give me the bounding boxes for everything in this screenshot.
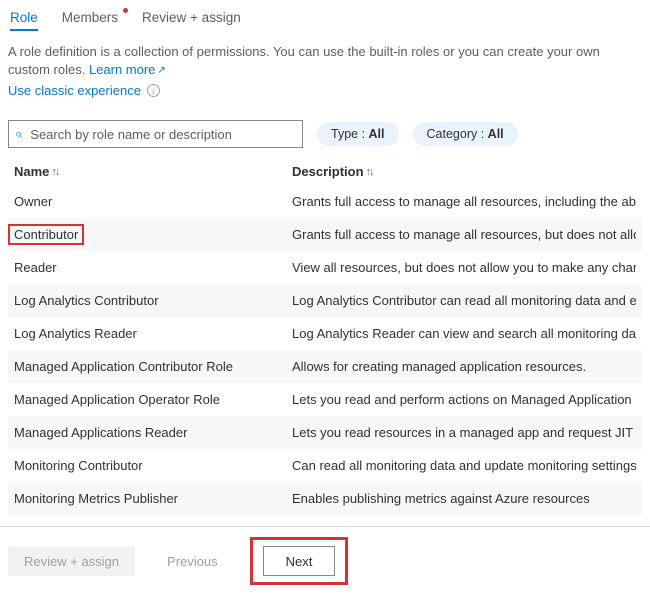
tabs: Role Members Review + assign — [8, 10, 642, 31]
role-name-cell: Managed Application Contributor Role — [14, 359, 292, 374]
table-row[interactable]: OwnerGrants full access to manage all re… — [8, 185, 642, 218]
column-header-description[interactable]: Description ↑↓ — [292, 164, 636, 179]
search-input-wrapper[interactable]: ⌕ — [8, 120, 303, 148]
role-name-cell: Managed Applications Reader — [14, 425, 292, 440]
role-name-cell: Contributor — [14, 224, 292, 245]
search-icon: ⌕ — [15, 126, 22, 142]
table-row[interactable]: Monitoring Metrics PublisherEnables publ… — [8, 482, 642, 515]
sort-indicator-icon: ↑↓ — [51, 166, 58, 178]
role-description-cell: Lets you read resources in a managed app… — [292, 425, 636, 440]
table-row[interactable]: Managed Applications ReaderLets you read… — [8, 416, 642, 449]
indicator-dot-icon — [123, 8, 128, 13]
column-header-name[interactable]: Name ↑↓ — [14, 164, 292, 179]
external-link-icon: ↗ — [157, 65, 165, 76]
table-row[interactable]: ReaderView all resources, but does not a… — [8, 251, 642, 284]
tab-members[interactable]: Members — [62, 10, 118, 31]
role-description-cell: Can read all monitoring data and update … — [292, 458, 636, 473]
type-filter-label: Type : — [331, 127, 365, 141]
learn-more-label: Learn more — [89, 62, 155, 77]
category-filter-pill[interactable]: Category : All — [413, 122, 518, 146]
role-description-cell: Allows for creating managed application … — [292, 359, 636, 374]
next-button-highlight: Next — [250, 537, 349, 585]
role-description-cell: View all resources, but does not allow y… — [292, 260, 636, 275]
role-description-cell: Grants full access to manage all resourc… — [292, 227, 636, 242]
role-description-cell: Log Analytics Reader can view and search… — [292, 326, 636, 341]
column-description-label: Description — [292, 164, 364, 179]
role-name-cell: Monitoring Metrics Publisher — [14, 491, 292, 506]
review-assign-button[interactable]: Review + assign — [8, 546, 135, 576]
sort-indicator-icon: ↑↓ — [366, 166, 373, 178]
roles-table: Name ↑↓ Description ↑↓ OwnerGrants full … — [8, 164, 642, 581]
highlight-box: Contributor — [8, 224, 84, 245]
table-row[interactable]: ContributorGrants full access to manage … — [8, 218, 642, 251]
role-description-cell: Grants full access to manage all resourc… — [292, 194, 636, 209]
tab-members-label: Members — [62, 10, 118, 25]
next-button[interactable]: Next — [263, 546, 336, 576]
role-name-cell: Log Analytics Contributor — [14, 293, 292, 308]
description-block: A role definition is a collection of per… — [8, 43, 642, 79]
learn-more-link[interactable]: Learn more↗ — [89, 62, 166, 77]
table-row[interactable]: Log Analytics ContributorLog Analytics C… — [8, 284, 642, 317]
search-input[interactable] — [28, 126, 296, 143]
use-classic-experience-link[interactable]: Use classic experience — [8, 83, 141, 98]
type-filter-value: All — [369, 127, 385, 141]
role-description-cell: Log Analytics Contributor can read all m… — [292, 293, 636, 308]
tab-role[interactable]: Role — [10, 10, 38, 31]
role-name-cell: Reader — [14, 260, 292, 275]
table-row[interactable]: Managed Application Operator RoleLets yo… — [8, 383, 642, 416]
category-filter-label: Category : — [427, 127, 485, 141]
role-name-cell: Monitoring Contributor — [14, 458, 292, 473]
role-name-cell: Managed Application Operator Role — [14, 392, 292, 407]
tab-review-assign[interactable]: Review + assign — [142, 10, 241, 31]
category-filter-value: All — [488, 127, 504, 141]
column-name-label: Name — [14, 164, 49, 179]
table-row[interactable]: Log Analytics ReaderLog Analytics Reader… — [8, 317, 642, 350]
role-description-cell: Enables publishing metrics against Azure… — [292, 491, 636, 506]
type-filter-pill[interactable]: Type : All — [317, 122, 399, 146]
table-row[interactable]: Monitoring ContributorCan read all monit… — [8, 449, 642, 482]
table-body: OwnerGrants full access to manage all re… — [8, 185, 642, 581]
previous-button[interactable]: Previous — [151, 546, 234, 576]
info-icon[interactable]: i — [147, 84, 160, 97]
role-name-cell: Owner — [14, 194, 292, 209]
role-name-cell: Log Analytics Reader — [14, 326, 292, 341]
table-header: Name ↑↓ Description ↑↓ — [8, 164, 642, 185]
role-description-cell: Lets you read and perform actions on Man… — [292, 392, 636, 407]
footer-actions: Review + assign Previous Next — [0, 526, 650, 595]
table-row[interactable]: Managed Application Contributor RoleAllo… — [8, 350, 642, 383]
